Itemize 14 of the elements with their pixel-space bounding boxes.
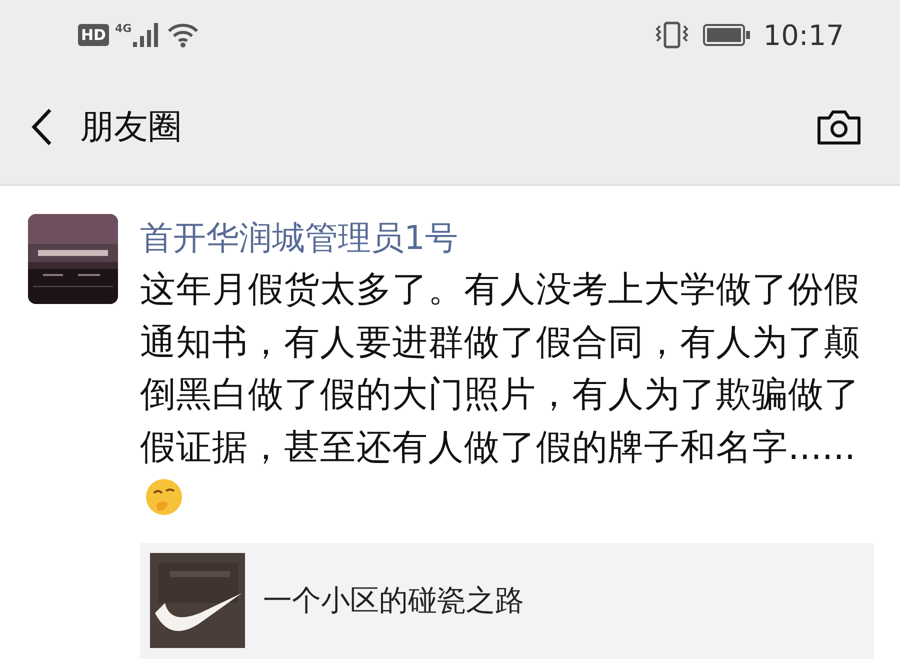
camera-button[interactable]	[816, 108, 862, 146]
author-name[interactable]: 首开华润城管理员1号	[140, 214, 874, 262]
back-button[interactable]	[30, 108, 54, 146]
page-title: 朋友圈	[80, 106, 183, 149]
post-text: 这年月假货太多了。有人没考上大学做了份假通知书，有人要进群做了假合同，有人为了颠倒黑白做了假的大门照片，有人为了欺骗做了假证据，甚至还有人做了假的牌子和名字......	[140, 264, 874, 526]
wifi-icon	[166, 22, 199, 48]
hd-badge: HD	[78, 24, 110, 46]
clock-time: 10:17	[763, 18, 844, 52]
link-card[interactable]: 一个小区的碰瓷之路	[140, 542, 874, 658]
network-type: 4G	[115, 22, 132, 35]
emoji-icon	[144, 477, 184, 517]
battery-icon	[703, 24, 752, 46]
vibrate-icon	[655, 21, 690, 49]
signal-icon	[132, 23, 159, 47]
